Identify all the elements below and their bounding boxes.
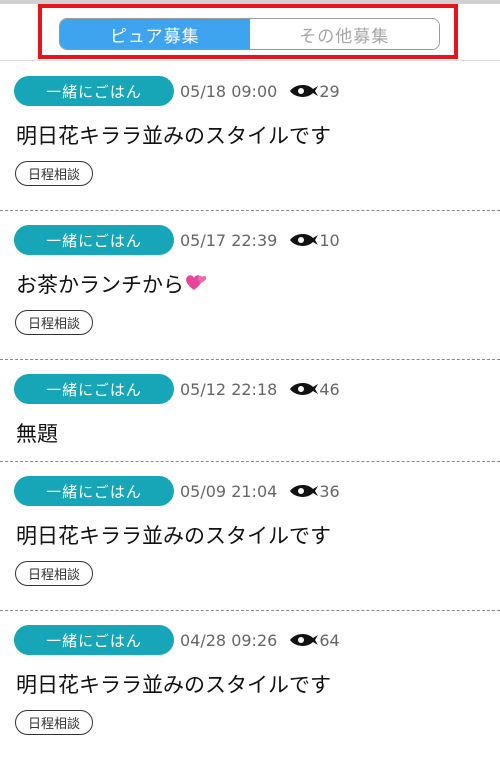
post-datetime: 05/17 22:39	[180, 230, 278, 250]
heart-icon	[186, 275, 207, 290]
tab-other-recruit[interactable]: その他募集	[249, 19, 439, 49]
tab-pure-recruit[interactable]: ピュア募集	[60, 19, 250, 49]
post-meta: 一緒にごはん 05/18 09:00 29	[14, 76, 340, 106]
eye-icon	[290, 85, 319, 97]
view-count: 36	[319, 481, 340, 501]
schedule-tag: 日程相談	[15, 310, 94, 335]
post-title: 明日花キララ並みのスタイルです	[16, 524, 331, 548]
post-item[interactable]: 一緒にごはん 05/12 22:18 46 無題	[0, 360, 500, 462]
post-meta: 一緒にごはん 05/17 22:39 10	[14, 225, 340, 255]
segmented-tab-control: ピュア募集 その他募集	[59, 18, 440, 50]
post-title: 明日花キララ並みのスタイルです	[16, 673, 331, 697]
eye-icon	[290, 634, 319, 646]
view-count: 10	[319, 230, 340, 250]
view-count: 64	[319, 630, 340, 650]
eye-icon	[290, 383, 319, 395]
schedule-tag: 日程相談	[15, 161, 94, 186]
post-title: 明日花キララ並みのスタイルです	[16, 124, 331, 148]
post-meta: 一緒にごはん 05/12 22:18 46	[14, 374, 340, 404]
post-item[interactable]: 一緒にごはん 04/28 09:26 64 明日花キララ並みのスタイルです 日程…	[0, 611, 500, 760]
post-datetime: 05/18 09:00	[180, 81, 278, 101]
category-badge: 一緒にごはん	[14, 374, 174, 404]
view-count: 29	[319, 81, 340, 101]
post-datetime: 05/09 21:04	[180, 481, 278, 501]
category-badge: 一緒にごはん	[14, 76, 174, 106]
post-title: お茶かランチから	[16, 273, 184, 297]
post-item[interactable]: 一緒にごはん 05/18 09:00 29 明日花キララ並みのスタイルです 日程…	[0, 62, 500, 211]
category-badge: 一緒にごはん	[14, 476, 174, 506]
header-bar: ピュア募集 その他募集	[0, 4, 500, 61]
post-list: 一緒にごはん 05/18 09:00 29 明日花キララ並みのスタイルです 日程…	[0, 62, 500, 760]
eye-icon	[290, 485, 319, 497]
post-meta: 一緒にごはん 04/28 09:26 64	[14, 625, 340, 655]
post-title-row: お茶かランチから	[16, 269, 208, 299]
post-meta: 一緒にごはん 05/09 21:04 36	[14, 476, 340, 506]
post-datetime: 05/12 22:18	[180, 379, 278, 399]
category-badge: 一緒にごはん	[14, 225, 174, 255]
eye-icon	[290, 234, 319, 246]
post-title: 無題	[16, 422, 58, 446]
post-item[interactable]: 一緒にごはん 05/17 22:39 10 お茶かランチから 日程相談	[0, 211, 500, 360]
post-datetime: 04/28 09:26	[180, 630, 278, 650]
schedule-tag: 日程相談	[15, 561, 94, 586]
category-badge: 一緒にごはん	[14, 625, 174, 655]
post-item[interactable]: 一緒にごはん 05/09 21:04 36 明日花キララ並みのスタイルです 日程…	[0, 462, 500, 611]
view-count: 46	[319, 379, 340, 399]
schedule-tag: 日程相談	[15, 710, 94, 735]
